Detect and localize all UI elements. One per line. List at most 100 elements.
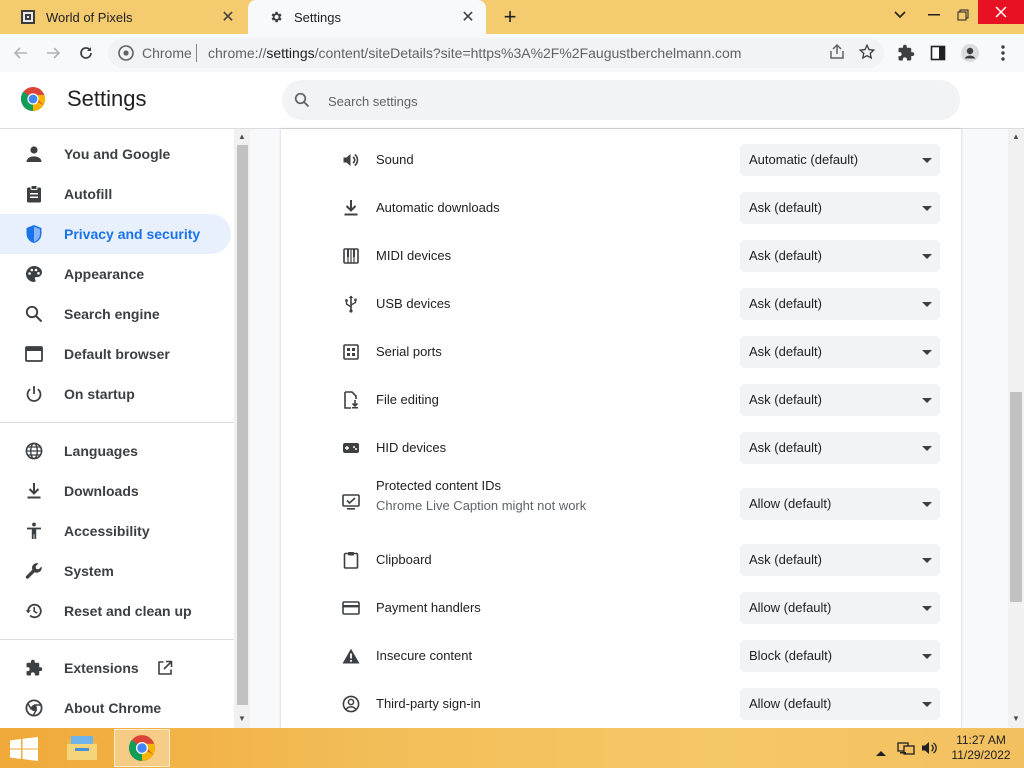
tab-search-chevron-icon[interactable] bbox=[884, 0, 916, 30]
file-editing-select[interactable]: Ask (default) bbox=[740, 384, 940, 416]
share-icon[interactable] bbox=[828, 43, 846, 64]
speaker-icon bbox=[341, 150, 361, 170]
permission-label: HID devices bbox=[376, 440, 447, 455]
sidebar-item-label: On startup bbox=[64, 386, 135, 402]
person-icon bbox=[23, 143, 45, 165]
file-explorer-taskbar-icon[interactable] bbox=[54, 729, 110, 767]
permission-row-serial-ports: Serial ports Ask (default) bbox=[281, 328, 961, 376]
scroll-up-arrow-icon[interactable]: ▲ bbox=[1012, 132, 1020, 141]
address-bar[interactable]: Chrome chrome://settings/content/siteDet… bbox=[108, 38, 884, 68]
profile-avatar-icon[interactable] bbox=[957, 40, 983, 66]
tab-settings[interactable]: Settings ✕ bbox=[248, 0, 486, 34]
show-hidden-icons-chevron-icon[interactable] bbox=[876, 744, 886, 759]
scroll-down-arrow-icon[interactable]: ▼ bbox=[1012, 714, 1020, 723]
search-settings-box[interactable] bbox=[282, 80, 960, 120]
new-tab-button[interactable]: + bbox=[498, 4, 522, 29]
select-value: Ask (default) bbox=[749, 296, 822, 311]
minimize-icon[interactable] bbox=[918, 0, 950, 30]
sidebar-item-label: Reset and clean up bbox=[64, 603, 192, 619]
taskbar-clock[interactable]: 11:27 AM 11/29/2022 bbox=[944, 733, 1018, 763]
sidebar-scrollbar-thumb[interactable] bbox=[237, 145, 248, 705]
credit-card-icon bbox=[341, 598, 361, 618]
permission-row-automatic-downloads: Automatic downloads Ask (default) bbox=[281, 184, 961, 232]
permission-row-usb-devices: USB devices Ask (default) bbox=[281, 280, 961, 328]
midi-devices-select[interactable]: Ask (default) bbox=[740, 240, 940, 272]
usb-devices-select[interactable]: Ask (default) bbox=[740, 288, 940, 320]
main-scrollbar-thumb[interactable] bbox=[1010, 392, 1022, 602]
gamepad-icon bbox=[341, 438, 361, 458]
main-scrollbar[interactable]: ▲ ▼ bbox=[1008, 129, 1024, 728]
shield-icon bbox=[23, 223, 45, 245]
bookmark-star-icon[interactable] bbox=[858, 43, 876, 64]
permission-label: File editing bbox=[376, 392, 439, 407]
sidebar-item-languages[interactable]: Languages bbox=[0, 431, 231, 471]
tab-world-of-pixels[interactable]: World of Pixels ✕ bbox=[0, 0, 246, 34]
history-icon bbox=[23, 600, 45, 622]
reload-icon[interactable] bbox=[73, 40, 99, 66]
dropdown-arrow-icon bbox=[922, 302, 932, 307]
sidebar-item-about-chrome[interactable]: About Chrome bbox=[0, 688, 231, 728]
sound-select[interactable]: Automatic (default) bbox=[740, 144, 940, 176]
palette-icon bbox=[23, 263, 45, 285]
search-settings-input[interactable] bbox=[326, 90, 930, 112]
url-path: /content/siteDetails?site=https%3A%2F%2F… bbox=[314, 45, 742, 61]
close-tab-icon[interactable]: ✕ bbox=[458, 7, 478, 27]
restore-icon[interactable] bbox=[948, 0, 978, 30]
side-panel-icon[interactable] bbox=[925, 40, 951, 66]
sidebar-item-downloads[interactable]: Downloads bbox=[0, 471, 231, 511]
sidebar-item-search-engine[interactable]: Search engine bbox=[0, 294, 231, 334]
permission-label: Insecure content bbox=[376, 648, 473, 663]
sidebar-item-autofill[interactable]: Autofill bbox=[0, 174, 231, 214]
windows-start-icon[interactable] bbox=[10, 737, 38, 764]
sidebar-item-privacy-and-security[interactable]: Privacy and security bbox=[0, 214, 231, 254]
dropdown-arrow-icon bbox=[922, 606, 932, 611]
tab-strip: World of Pixels ✕ Settings ✕ + bbox=[0, 0, 1024, 34]
site-label: Chrome bbox=[142, 45, 192, 61]
open-external-icon bbox=[157, 660, 173, 676]
url-prefix: chrome:// bbox=[208, 45, 267, 61]
scroll-down-arrow-icon[interactable]: ▼ bbox=[238, 714, 246, 723]
sidebar-item-accessibility[interactable]: Accessibility bbox=[0, 511, 231, 551]
third-party-sign-in-select[interactable]: Allow (default) bbox=[740, 688, 940, 720]
sidebar-item-system[interactable]: System bbox=[0, 551, 231, 591]
automatic-downloads-select[interactable]: Ask (default) bbox=[740, 192, 940, 224]
back-arrow-icon[interactable] bbox=[8, 40, 34, 66]
wrench-icon bbox=[23, 560, 45, 582]
volume-icon[interactable] bbox=[921, 740, 939, 759]
permission-label: MIDI devices bbox=[376, 248, 452, 263]
network-icon[interactable] bbox=[897, 740, 915, 759]
sidebar-item-label: System bbox=[64, 563, 114, 579]
sidebar-item-on-startup[interactable]: On startup bbox=[0, 374, 231, 414]
clipboard-select[interactable]: Ask (default) bbox=[740, 544, 940, 576]
serial-ports-select[interactable]: Ask (default) bbox=[740, 336, 940, 368]
sidebar-item-label: Downloads bbox=[64, 483, 139, 499]
permission-label: USB devices bbox=[376, 296, 451, 311]
protected-content-icon bbox=[341, 492, 361, 512]
payment-handlers-select[interactable]: Allow (default) bbox=[740, 592, 940, 624]
sidebar-item-default-browser[interactable]: Default browser bbox=[0, 334, 231, 374]
tab-title: Settings bbox=[294, 9, 341, 25]
permission-row-hid-devices: HID devices Ask (default) bbox=[281, 424, 961, 472]
close-tab-icon[interactable]: ✕ bbox=[218, 7, 238, 27]
extensions-puzzle-icon[interactable] bbox=[893, 40, 919, 66]
dropdown-arrow-icon bbox=[922, 350, 932, 355]
sidebar-divider bbox=[0, 639, 234, 640]
close-window-icon[interactable] bbox=[978, 0, 1024, 24]
sidebar-item-appearance[interactable]: Appearance bbox=[0, 254, 231, 294]
url-text: chrome://settings/content/siteDetails?si… bbox=[208, 45, 741, 61]
download-icon bbox=[341, 198, 361, 218]
sidebar-divider bbox=[0, 422, 234, 423]
search-icon bbox=[23, 303, 45, 325]
chrome-taskbar-icon[interactable] bbox=[114, 729, 170, 767]
sidebar-item-reset-and-clean-up[interactable]: Reset and clean up bbox=[0, 591, 231, 631]
more-menu-icon[interactable] bbox=[990, 40, 1016, 66]
scroll-up-arrow-icon[interactable]: ▲ bbox=[238, 132, 246, 141]
insecure-content-select[interactable]: Block (default) bbox=[740, 640, 940, 672]
sidebar-scrollbar[interactable]: ▲ ▼ bbox=[234, 129, 250, 728]
protected-content-ids-select[interactable]: Allow (default) bbox=[740, 488, 940, 520]
hid-devices-select[interactable]: Ask (default) bbox=[740, 432, 940, 464]
forward-arrow-icon[interactable] bbox=[40, 40, 66, 66]
sidebar-item-extensions[interactable]: Extensions bbox=[0, 648, 231, 688]
chrome-logo-icon bbox=[20, 86, 46, 115]
sidebar-item-you-and-google[interactable]: You and Google bbox=[0, 134, 231, 174]
